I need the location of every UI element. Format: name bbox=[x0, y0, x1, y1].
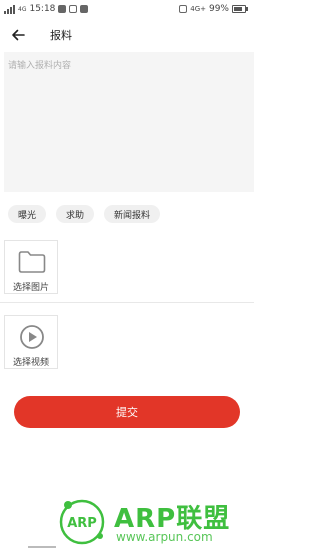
usb-icon bbox=[69, 5, 78, 13]
divider bbox=[0, 302, 254, 303]
title-bar: 报料 bbox=[0, 22, 254, 48]
play-circle-icon bbox=[20, 325, 44, 349]
arp-logo-icon: ARP bbox=[59, 499, 105, 545]
tag-exposure[interactable]: 曝光 bbox=[8, 205, 47, 223]
back-arrow-icon bbox=[12, 29, 25, 41]
select-video-label: 选择视频 bbox=[12, 358, 49, 368]
svg-text:ARP: ARP bbox=[67, 516, 97, 531]
watermark-url: www.arpun.com bbox=[116, 530, 213, 544]
message-icon bbox=[80, 5, 89, 13]
signal-text: 4G bbox=[18, 5, 27, 13]
alarm-icon bbox=[179, 5, 188, 13]
category-tags: 曝光 求助 新闻报料 bbox=[8, 205, 161, 223]
back-button[interactable] bbox=[8, 25, 28, 45]
tag-help[interactable]: 求助 bbox=[56, 205, 95, 223]
folder-icon bbox=[18, 251, 46, 273]
notification-icon bbox=[58, 5, 67, 13]
battery-icon bbox=[232, 5, 248, 13]
network-type: 4G+ bbox=[190, 5, 206, 13]
home-indicator bbox=[28, 546, 56, 548]
page-title: 报料 bbox=[50, 29, 72, 42]
signal-icon bbox=[4, 4, 15, 14]
battery-percent: 99% bbox=[208, 4, 229, 14]
select-image-button[interactable]: 选择图片 bbox=[4, 240, 58, 294]
status-time: 15:18 bbox=[29, 4, 56, 14]
select-image-label: 选择图片 bbox=[12, 283, 49, 293]
status-bar: 4G 15:18 4G+ 99% bbox=[0, 0, 254, 20]
tag-news-report[interactable]: 新闻报料 bbox=[104, 205, 161, 223]
submit-button[interactable]: 提交 bbox=[14, 396, 240, 428]
select-video-button[interactable]: 选择视频 bbox=[4, 315, 58, 369]
report-content-input[interactable] bbox=[4, 52, 254, 192]
status-right: 4G+ 99% bbox=[179, 4, 248, 14]
watermark: ARP ARP联盟 www.arpun.com bbox=[56, 494, 252, 548]
status-left: 4G 15:18 bbox=[4, 4, 89, 14]
